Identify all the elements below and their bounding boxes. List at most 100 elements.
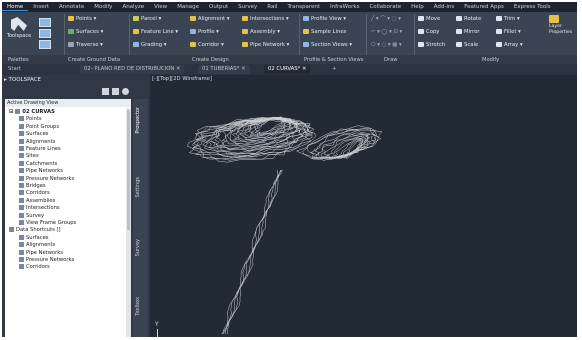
tree-item[interactable]: Data Shortcuts [] bbox=[9, 227, 61, 234]
stretch-button[interactable]: Stretch bbox=[418, 41, 445, 49]
tree-item[interactable]: Points bbox=[19, 116, 42, 123]
new-tab-button[interactable]: + bbox=[328, 65, 340, 74]
scrollbar-thumb[interactable] bbox=[127, 110, 130, 230]
rotate-button[interactable]: Rotate bbox=[456, 15, 481, 23]
close-icon[interactable]: ✕ bbox=[241, 66, 245, 72]
ribbon-tab-manage[interactable]: Manage bbox=[172, 4, 204, 10]
palette-icon[interactable] bbox=[39, 18, 51, 27]
palette-icon[interactable] bbox=[39, 40, 51, 49]
draw-circle-tools[interactable]: ⌐ ▾ ◯ ▾ ⊡ ▾ bbox=[371, 28, 402, 36]
tree-item[interactable]: Point Groups bbox=[19, 123, 59, 131]
ribbon-tab-collaborate[interactable]: Collaborate bbox=[364, 4, 406, 10]
feature-line-button[interactable]: Feature Line ▾ bbox=[133, 28, 178, 36]
tools-icon[interactable] bbox=[112, 88, 119, 95]
refresh-icon[interactable] bbox=[102, 88, 109, 95]
panel-title-profile-section-views[interactable]: Profile & Section Views bbox=[304, 56, 363, 64]
traverse-button[interactable]: Traverse ▾ bbox=[68, 41, 103, 49]
palette-icon[interactable] bbox=[39, 29, 51, 38]
collapse-icon[interactable]: ⊟ bbox=[9, 109, 13, 115]
tree-item[interactable]: Corridors bbox=[19, 264, 50, 271]
move-button[interactable]: Move bbox=[418, 15, 440, 23]
grading-button[interactable]: Grading ▾ bbox=[133, 41, 166, 49]
tree-item[interactable]: ⊟ 02 CURVAS bbox=[9, 109, 55, 116]
ribbon-tab-add-ins[interactable]: Add-ins bbox=[429, 4, 460, 10]
tree-item[interactable]: Alignments bbox=[19, 242, 55, 249]
layer-properties-button[interactable]: Layer Properties bbox=[549, 15, 575, 36]
intersections-button[interactable]: Intersections ▾ bbox=[242, 15, 289, 23]
close-icon[interactable]: ✕ bbox=[302, 66, 306, 72]
tree-item[interactable]: Pressure Networks bbox=[19, 257, 74, 264]
tree-item[interactable]: Surfaces bbox=[19, 131, 48, 138]
ribbon-tab-survey[interactable]: Survey bbox=[233, 4, 262, 10]
viewport-controls-label[interactable]: [-][Top][2D Wireframe] bbox=[152, 76, 212, 82]
tree-item[interactable]: Assemblies bbox=[19, 197, 55, 205]
panel-title-create-ground-data[interactable]: Create Ground Data bbox=[68, 56, 120, 64]
parcel-button[interactable]: Parcel ▾ bbox=[133, 15, 161, 23]
tab-toolbox[interactable]: Toolbox bbox=[135, 297, 145, 316]
points-button[interactable]: Points ▾ bbox=[68, 15, 96, 23]
document-tab[interactable]: 01 TUBERIAS* ✕ bbox=[198, 65, 250, 74]
copy-button[interactable]: Copy bbox=[418, 28, 439, 36]
panel-title-create-design[interactable]: Create Design bbox=[192, 56, 229, 64]
ribbon-tab-featured-apps[interactable]: Featured Apps bbox=[459, 4, 509, 10]
mirror-button[interactable]: Mirror bbox=[456, 28, 480, 36]
ribbon-tab-annotate[interactable]: Annotate bbox=[54, 4, 89, 10]
ribbon-tab-output[interactable]: Output bbox=[204, 4, 233, 10]
tree-item[interactable]: Catchments bbox=[19, 160, 57, 168]
ribbon-tab-view[interactable]: View bbox=[149, 4, 172, 10]
trim-button[interactable]: Trim ▾ bbox=[496, 15, 520, 23]
tree-item[interactable]: Pressure Networks bbox=[19, 175, 74, 183]
fillet-button[interactable]: Fillet ▾ bbox=[496, 28, 521, 36]
view-selector[interactable]: Active Drawing View bbox=[5, 99, 131, 107]
ribbon-tab-rail[interactable]: Rail bbox=[262, 4, 282, 10]
document-tab-active[interactable]: 02 CURVAS* ✕ bbox=[264, 65, 311, 74]
drawing-viewport[interactable]: [-][Top][2D Wireframe] Y bbox=[150, 75, 577, 337]
tree-item[interactable]: Surfaces bbox=[19, 234, 48, 242]
ribbon-tab-insert[interactable]: Insert bbox=[28, 4, 54, 10]
ribbon-tab-home[interactable]: Home bbox=[2, 4, 29, 11]
profile-view-button[interactable]: Profile View ▾ bbox=[303, 15, 346, 23]
profile-button[interactable]: Profile ▾ bbox=[190, 28, 219, 36]
close-icon[interactable]: ✕ bbox=[176, 66, 180, 72]
tree-item[interactable]: Sites bbox=[19, 153, 39, 160]
tree-item[interactable]: Alignments bbox=[19, 138, 55, 146]
tree-node-icon bbox=[19, 131, 24, 137]
start-tab[interactable]: Start bbox=[4, 65, 25, 74]
tree-item[interactable]: Intersections bbox=[19, 205, 60, 212]
ribbon-tab-express-tools[interactable]: Express Tools bbox=[509, 4, 556, 10]
help-icon[interactable] bbox=[122, 88, 129, 95]
panel-title-modify[interactable]: Modify bbox=[482, 56, 499, 64]
tree-item[interactable]: Pipe Networks bbox=[19, 168, 63, 175]
tab-settings[interactable]: Settings bbox=[135, 177, 145, 198]
surfaces-button[interactable]: Surfaces ▾ bbox=[68, 28, 103, 36]
sample-lines-button[interactable]: Sample Lines bbox=[303, 28, 346, 36]
tree-item[interactable]: Corridors bbox=[19, 190, 50, 197]
draw-poly-tools[interactable]: ⬠ ▾ ◌ ▾ ▦ ▾ bbox=[371, 41, 402, 49]
tree-item[interactable]: View Frame Groups bbox=[19, 220, 76, 227]
tree-scrollbar[interactable] bbox=[126, 108, 131, 337]
toolspace-button[interactable]: Toolspace bbox=[5, 15, 33, 49]
ribbon-tab-modify[interactable]: Modify bbox=[89, 4, 117, 10]
ribbon-tab-analyze[interactable]: Analyze bbox=[117, 4, 149, 10]
assembly-button[interactable]: Assembly ▾ bbox=[242, 28, 280, 36]
tree-item[interactable]: Pipe Networks bbox=[19, 249, 63, 257]
alignment-button[interactable]: Alignment ▾ bbox=[190, 15, 229, 23]
draw-line-tools[interactable]: ╱ ▾ ⌒ ▾ ⬚ ▾ bbox=[371, 15, 401, 23]
document-tab[interactable]: 02- PLANO RED DE DISTRIBUCION ✕ bbox=[80, 65, 185, 74]
corridor-button[interactable]: Corridor ▾ bbox=[190, 41, 224, 49]
tab-prospector[interactable]: Prospector bbox=[135, 107, 145, 134]
ribbon-tab-help[interactable]: Help bbox=[406, 4, 429, 10]
pipe-network-button[interactable]: Pipe Network ▾ bbox=[242, 41, 289, 49]
tree-item[interactable]: Feature Lines bbox=[19, 146, 61, 153]
panel-title-palettes[interactable]: Palettes bbox=[8, 56, 29, 64]
tree-item[interactable]: Bridges bbox=[19, 183, 46, 190]
tree-node-icon bbox=[9, 227, 14, 233]
tab-survey[interactable]: Survey bbox=[135, 239, 145, 256]
ribbon-tab-infraworks[interactable]: InfraWorks bbox=[325, 4, 364, 10]
ribbon-tab-transparent[interactable]: Transparent bbox=[282, 4, 325, 10]
panel-title-draw[interactable]: Draw bbox=[384, 56, 398, 64]
section-views-button[interactable]: Section Views ▾ bbox=[303, 41, 352, 49]
scale-button[interactable]: Scale bbox=[456, 41, 478, 49]
tree-item[interactable]: Survey bbox=[19, 212, 44, 220]
array-button[interactable]: Array ▾ bbox=[496, 41, 523, 49]
